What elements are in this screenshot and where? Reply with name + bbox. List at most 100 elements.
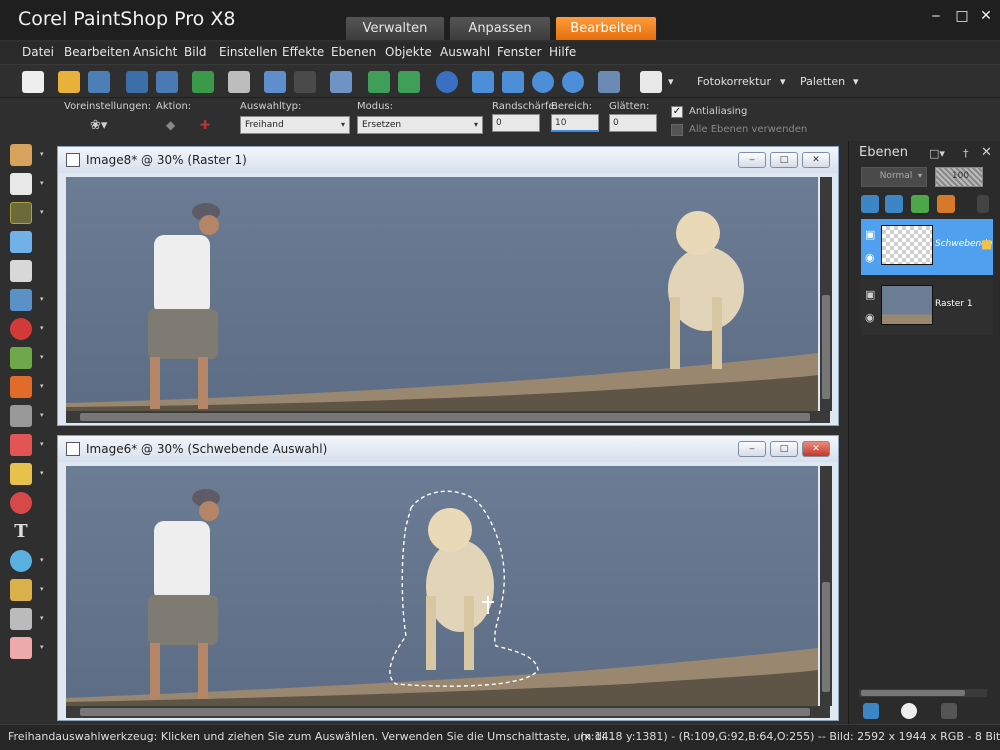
- layer-action-icon[interactable]: ◆: [166, 118, 175, 132]
- dropper-tool-icon[interactable]: [10, 231, 32, 253]
- new-layer-group-icon[interactable]: [863, 703, 879, 719]
- dodge-tool-dropdown-icon[interactable]: ▾: [40, 469, 44, 477]
- doc-close-button[interactable]: ✕: [802, 441, 830, 457]
- selection-tool-dropdown-icon[interactable]: ▾: [40, 208, 44, 216]
- shape-tool-icon[interactable]: [10, 550, 32, 572]
- vertical-scrollbar[interactable]: [820, 177, 832, 411]
- pan-tool-dropdown-icon[interactable]: ▾: [40, 150, 44, 158]
- close-icon[interactable]: ✕: [976, 6, 996, 26]
- open-folder-icon[interactable]: [58, 71, 80, 93]
- gradient-tool-dropdown-icon[interactable]: ▾: [40, 411, 44, 419]
- brush-tool-dropdown-icon[interactable]: ▾: [40, 440, 44, 448]
- undo-icon[interactable]: [264, 71, 286, 93]
- range-spinner[interactable]: 10: [551, 114, 599, 132]
- pick-tool-icon[interactable]: [10, 173, 32, 195]
- tab-bearbeiten[interactable]: Bearbeiten: [555, 16, 657, 40]
- eraser-tool-icon[interactable]: [10, 637, 32, 659]
- doc-minimize-button[interactable]: ‒: [738, 441, 766, 457]
- horizontal-scroll-thumb[interactable]: [80, 413, 810, 421]
- actual-size-icon[interactable]: [472, 71, 494, 93]
- pen-tool-icon[interactable]: [10, 579, 32, 601]
- layer-properties-icon[interactable]: [937, 195, 955, 213]
- adjustment-layer-icon[interactable]: [911, 195, 929, 213]
- opacity-field[interactable]: 100: [935, 167, 983, 187]
- delete-layer-icon[interactable]: [941, 703, 957, 719]
- blend-mode-select[interactable]: Normal ▾: [861, 167, 927, 187]
- straighten-tool-dropdown-icon[interactable]: ▾: [40, 295, 44, 303]
- mask-icon[interactable]: [901, 703, 917, 719]
- smoothing-spinner[interactable]: 0: [609, 114, 657, 132]
- maximize-icon[interactable]: □: [952, 6, 972, 26]
- rotate-right-icon[interactable]: [398, 71, 420, 93]
- vertical-scroll-thumb[interactable]: [822, 582, 830, 692]
- save-as-icon[interactable]: [156, 71, 178, 93]
- antialias-checkbox[interactable]: ✓: [671, 106, 683, 118]
- menu-einstellen[interactable]: Einstellen: [219, 45, 278, 59]
- tab-anpassen[interactable]: Anpassen: [449, 16, 551, 40]
- horizontal-scrollbar[interactable]: [66, 706, 830, 718]
- palette-options-icon[interactable]: □▾: [929, 147, 945, 160]
- doc-maximize-button[interactable]: □: [770, 152, 798, 168]
- doc-close-button[interactable]: ✕: [802, 152, 830, 168]
- paste-dropdown-icon[interactable]: ▾: [668, 75, 674, 88]
- layers-scroll-thumb[interactable]: [861, 690, 965, 696]
- layer-item[interactable]: ▣ ◉ Raster 1: [861, 279, 993, 335]
- palettes-dropdown-icon[interactable]: ▾: [853, 75, 859, 88]
- layer-menu-dropdown-icon[interactable]: [977, 195, 989, 213]
- doc-maximize-button[interactable]: □: [770, 441, 798, 457]
- rotate-left-icon[interactable]: [368, 71, 390, 93]
- visibility-eye-icon[interactable]: ◉: [865, 251, 875, 264]
- mode-select[interactable]: Ersetzen ▾: [357, 116, 483, 134]
- red-eye-tool-icon[interactable]: [10, 318, 32, 340]
- paste-icon[interactable]: [640, 71, 662, 93]
- menu-auswahl[interactable]: Auswahl: [440, 45, 490, 59]
- info-icon[interactable]: [436, 71, 458, 93]
- gradient-tool-icon[interactable]: [10, 405, 32, 427]
- visibility-eye-icon[interactable]: ◉: [865, 311, 875, 324]
- share-icon[interactable]: [192, 71, 214, 93]
- new-raster-layer-icon[interactable]: [861, 195, 879, 213]
- menu-ebenen[interactable]: Ebenen: [331, 45, 376, 59]
- shape-tool-dropdown-icon[interactable]: ▾: [40, 556, 44, 564]
- red-eye-tool-dropdown-icon[interactable]: ▾: [40, 324, 44, 332]
- minimize-icon[interactable]: ‒: [926, 6, 946, 26]
- photo-fix-dropdown-icon[interactable]: ▾: [780, 75, 786, 88]
- resize-icon[interactable]: [330, 71, 352, 93]
- dodge-tool-icon[interactable]: [10, 463, 32, 485]
- crosshair-action-icon[interactable]: ✚: [200, 118, 210, 132]
- crop-tool-icon[interactable]: [10, 260, 32, 282]
- image-canvas[interactable]: [66, 177, 818, 411]
- new-vector-layer-icon[interactable]: [885, 195, 903, 213]
- fit-window-icon[interactable]: [502, 71, 524, 93]
- menu-ansicht[interactable]: Ansicht: [133, 45, 177, 59]
- redo-icon[interactable]: [294, 71, 316, 93]
- menu-fenster[interactable]: Fenster: [497, 45, 542, 59]
- scan-icon[interactable]: [88, 71, 110, 93]
- photo-fix-menu[interactable]: Fotokorrektur: [697, 75, 771, 88]
- warp-tool-dropdown-icon[interactable]: ▾: [40, 614, 44, 622]
- menu-hilfe[interactable]: Hilfe: [549, 45, 576, 59]
- clone-brush-icon[interactable]: [10, 376, 32, 398]
- selection-type-select[interactable]: Freihand ▾: [240, 116, 350, 134]
- menu-datei[interactable]: Datei: [22, 45, 54, 59]
- palettes-menu[interactable]: Paletten: [800, 75, 845, 88]
- makeover-tool-dropdown-icon[interactable]: ▾: [40, 353, 44, 361]
- menu-bearbeiten[interactable]: Bearbeiten: [64, 45, 130, 59]
- pen-tool-dropdown-icon[interactable]: ▾: [40, 585, 44, 593]
- pan-tool-icon[interactable]: [10, 144, 32, 166]
- tab-verwalten[interactable]: Verwalten: [345, 16, 445, 40]
- freehand-selection-tool-icon[interactable]: [10, 202, 32, 224]
- zoom-in-icon[interactable]: [562, 71, 584, 93]
- image-canvas-active[interactable]: [66, 466, 818, 706]
- paint-brush-icon[interactable]: [10, 434, 32, 456]
- lasso-preset-icon[interactable]: ❀▾: [90, 118, 107, 133]
- layer-item[interactable]: ▣ ◉ Schwebende ■: [861, 219, 993, 275]
- clone-tool-dropdown-icon[interactable]: ▾: [40, 382, 44, 390]
- horizontal-scrollbar[interactable]: [66, 411, 830, 423]
- layers-horizontal-scrollbar[interactable]: [859, 689, 987, 697]
- text-tool-icon[interactable]: T: [10, 521, 32, 543]
- print-icon[interactable]: [228, 71, 250, 93]
- horizontal-scroll-thumb[interactable]: [80, 708, 810, 716]
- menu-bild[interactable]: Bild: [184, 45, 207, 59]
- vertical-scroll-thumb[interactable]: [822, 295, 830, 399]
